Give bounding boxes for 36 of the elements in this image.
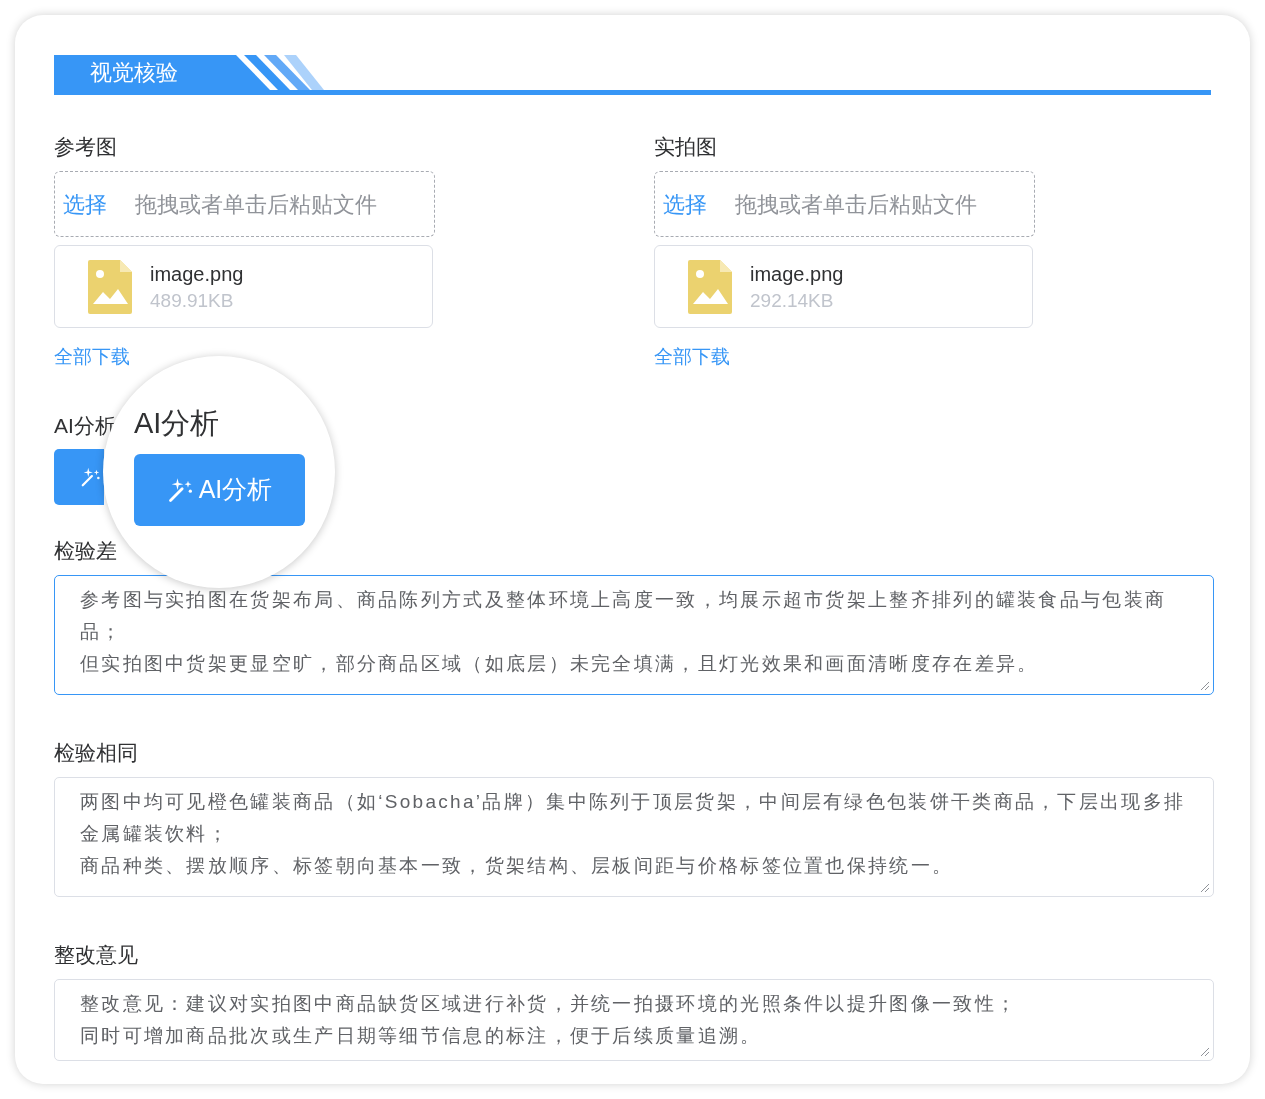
download-all-link[interactable]: 全部下载 xyxy=(54,344,130,370)
image-file-icon xyxy=(88,259,132,314)
text-area[interactable]: 参考图与实拍图在货架布局、商品陈列方式及整体环境上高度一致，均展示超市货架上整齐排列的罐装食品与包装商品； 但实拍图中货架更显空旷，部分商品区域（如底层）未完全填满，且灯光效果和画面清晰度存在差异。 xyxy=(54,575,1214,695)
image-file-icon xyxy=(688,259,732,314)
text-area[interactable]: 两图中均可见橙色罐装商品（如‘Sobacha’品牌）集中陈列于顶层货架，中间层有绿色包装饼干类商品，下层出现多排金属罐装饮料； 商品种类、摆放顺序、标签朝向基本一致，货架结构、层板间距与价格标签位置也保持统一。 xyxy=(54,777,1214,897)
field-label: 参考图 xyxy=(54,134,117,160)
text-area[interactable]: 整改意见：建议对实拍图中商品缺货区域进行补货，并统一拍摄环境的光照条件以提升图像一致性； 同时可增加商品批次或生产日期等细节信息的标注，便于后续质量追溯。 xyxy=(54,979,1214,1061)
ai-analyze-button[interactable] xyxy=(54,449,104,505)
text-paragraph: 两图中均可见橙色罐装商品（如‘Sobacha’品牌）集中陈列于顶层货架，中间层有绿色包装饼干类商品，下层出现多排金属罐装饮料； xyxy=(80,790,1187,846)
text-paragraph: 参考图与实拍图在货架布局、商品陈列方式及整体环境上高度一致，均展示超市货架上整齐排列的罐装食品与包装商品； xyxy=(80,588,1168,644)
field-label: 检验相同 xyxy=(54,740,139,766)
file-size: 292.14KB xyxy=(750,288,835,313)
file-name: image.png xyxy=(150,261,244,287)
magic-wand-icon xyxy=(80,466,102,488)
field-label: 实拍图 xyxy=(654,134,717,160)
field-label: 整改意见 xyxy=(54,942,139,968)
upload-dropzone[interactable]: 选择 拖拽或者单击后粘贴文件 xyxy=(654,171,1035,237)
text-paragraph: 但实拍图中货架更显空旷，部分商品区域（如底层）未完全填满，且灯光效果和画面清晰度存在差异。 xyxy=(80,652,1040,676)
text-paragraph: 同时可增加商品批次或生产日期等细节信息的标注，便于后续质量追溯。 xyxy=(80,1024,763,1048)
magnified-label: AI分析 xyxy=(134,406,220,441)
text-paragraph: 整改意见：建议对实拍图中商品缺货区域进行补货，并统一拍摄环境的光照条件以提升图像一致性； xyxy=(80,992,1019,1016)
select-link[interactable]: 选择 xyxy=(63,187,107,221)
resize-handle-icon[interactable] xyxy=(1200,1047,1210,1057)
file-size: 489.91KB xyxy=(150,288,235,313)
text-paragraph: 商品种类、摆放顺序、标签朝向基本一致，货架结构、层板间距与价格标签位置也保持统一。 xyxy=(80,854,955,878)
resize-handle-icon[interactable] xyxy=(1200,681,1210,691)
upload-hint: 拖拽或者单击后粘贴文件 xyxy=(135,190,377,219)
select-link[interactable]: 选择 xyxy=(663,187,707,221)
file-name: image.png xyxy=(750,261,844,287)
magnified-ai-button[interactable]: AI分析 xyxy=(134,454,305,526)
upload-dropzone[interactable]: 选择 拖拽或者单击后粘贴文件 xyxy=(54,171,435,237)
upload-hint: 拖拽或者单击后粘贴文件 xyxy=(735,190,977,219)
resize-handle-icon[interactable] xyxy=(1200,883,1210,893)
field-label: 检验差 xyxy=(54,538,118,564)
download-all-link[interactable]: 全部下载 xyxy=(654,344,730,370)
magic-wand-icon xyxy=(166,476,195,504)
